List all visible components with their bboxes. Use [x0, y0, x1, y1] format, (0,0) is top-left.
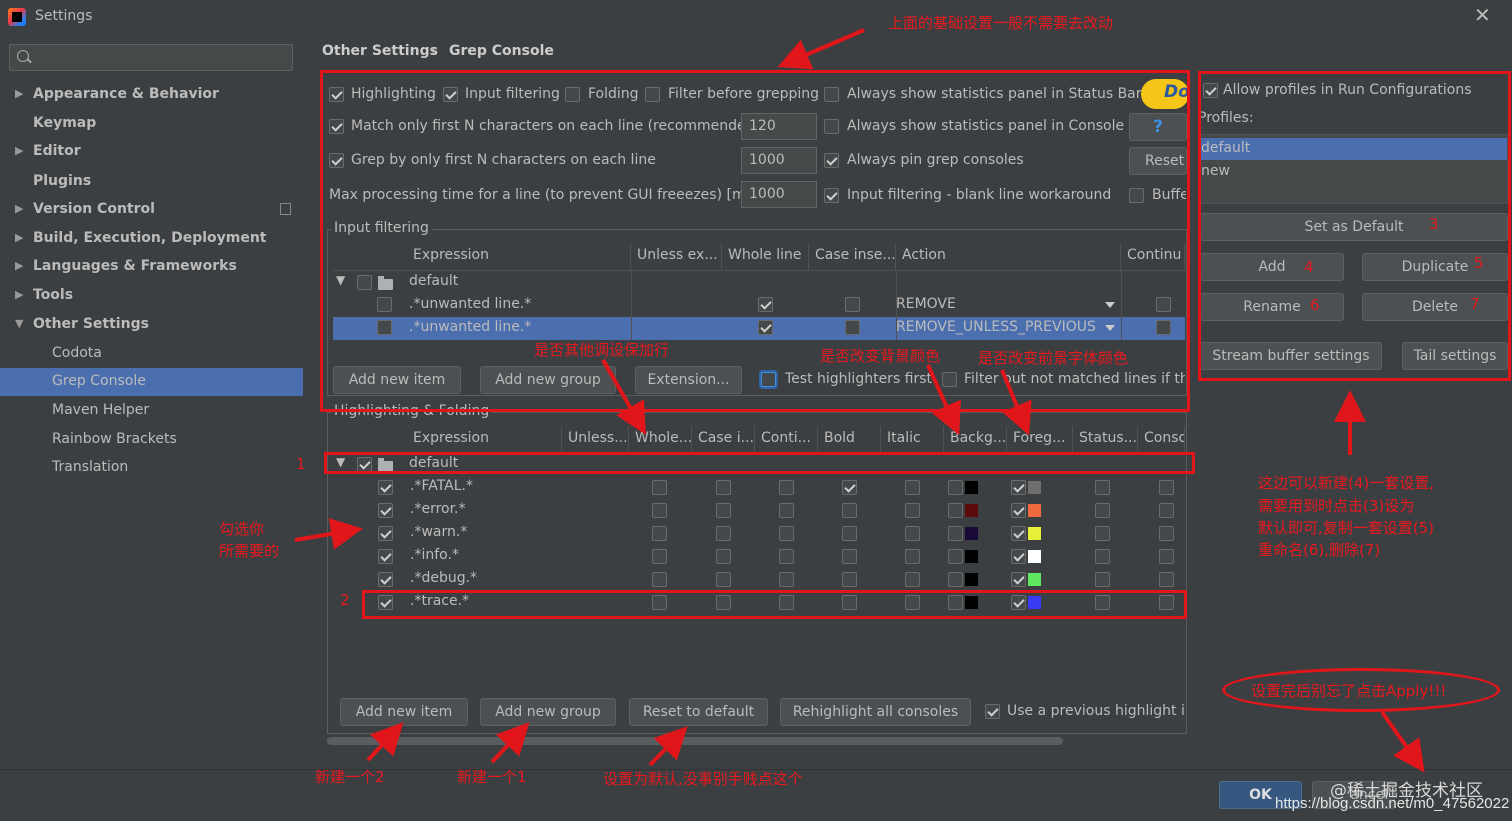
highlight-expression: .*trace.*	[410, 593, 470, 609]
bold-checkbox[interactable]	[842, 503, 857, 518]
row-enabled-checkbox[interactable]	[378, 572, 393, 587]
console-checkbox[interactable]	[1159, 595, 1174, 610]
foreground-checkbox[interactable]	[1011, 595, 1026, 610]
foreground-checkbox[interactable]	[1011, 549, 1026, 564]
highlight-expression: .*error.*	[410, 501, 466, 517]
arrow-bg-color	[926, 364, 961, 436]
arrow-top	[777, 28, 865, 70]
status-checkbox[interactable]	[1095, 526, 1110, 541]
italic-checkbox[interactable]	[905, 503, 920, 518]
console-checkbox[interactable]	[1159, 572, 1174, 587]
background-color-swatch[interactable]	[965, 527, 978, 540]
case-checkbox[interactable]	[779, 503, 794, 518]
arrow-new-2	[366, 722, 404, 762]
console-checkbox[interactable]	[1159, 503, 1174, 518]
whole-checkbox[interactable]	[716, 572, 731, 587]
foreground-checkbox[interactable]	[1011, 572, 1026, 587]
row-enabled-checkbox[interactable]	[378, 480, 393, 495]
arrow-fg-color	[1000, 369, 1032, 436]
arrow-apply	[1380, 710, 1425, 773]
bold-checkbox[interactable]	[842, 549, 857, 564]
annotation-arrows	[294, 28, 1425, 773]
arrow-reset-default	[648, 726, 688, 767]
whole-checkbox[interactable]	[716, 549, 731, 564]
case-checkbox[interactable]	[779, 572, 794, 587]
highlight-expression: .*FATAL.*	[410, 478, 473, 494]
background-color-swatch[interactable]	[965, 573, 978, 586]
background-color-swatch[interactable]	[965, 481, 978, 494]
background-checkbox[interactable]	[948, 526, 963, 541]
foreground-color-swatch[interactable]	[1028, 481, 1041, 494]
background-checkbox[interactable]	[948, 595, 963, 610]
unless-checkbox[interactable]	[652, 526, 667, 541]
whole-checkbox[interactable]	[716, 526, 731, 541]
whole-checkbox[interactable]	[716, 503, 731, 518]
case-checkbox[interactable]	[779, 549, 794, 564]
status-checkbox[interactable]	[1095, 595, 1110, 610]
bold-checkbox[interactable]	[842, 595, 857, 610]
foreground-color-swatch[interactable]	[1028, 596, 1041, 609]
status-checkbox[interactable]	[1095, 549, 1110, 564]
foreground-checkbox[interactable]	[1011, 503, 1026, 518]
whole-checkbox[interactable]	[716, 595, 731, 610]
arrow-input-filter	[601, 359, 646, 435]
background-color-swatch[interactable]	[965, 550, 978, 563]
background-color-swatch[interactable]	[965, 504, 978, 517]
foreground-checkbox[interactable]	[1011, 480, 1026, 495]
foreground-color-swatch[interactable]	[1028, 573, 1041, 586]
foreground-color-swatch[interactable]	[1028, 550, 1041, 563]
status-checkbox[interactable]	[1095, 480, 1110, 495]
row-enabled-checkbox[interactable]	[378, 595, 393, 610]
highlight-expression: .*info.*	[410, 547, 459, 563]
unless-checkbox[interactable]	[652, 480, 667, 495]
highlight-expression: .*warn.*	[410, 524, 468, 540]
case-checkbox[interactable]	[779, 526, 794, 541]
background-checkbox[interactable]	[948, 503, 963, 518]
arrow-new-1	[490, 722, 530, 764]
bold-checkbox[interactable]	[842, 480, 857, 495]
status-checkbox[interactable]	[1095, 503, 1110, 518]
case-checkbox[interactable]	[779, 480, 794, 495]
italic-checkbox[interactable]	[905, 595, 920, 610]
console-checkbox[interactable]	[1159, 549, 1174, 564]
unless-checkbox[interactable]	[652, 595, 667, 610]
console-checkbox[interactable]	[1159, 526, 1174, 541]
bold-checkbox[interactable]	[842, 526, 857, 541]
arrow-check-left	[294, 518, 363, 550]
status-checkbox[interactable]	[1095, 572, 1110, 587]
background-color-swatch[interactable]	[965, 596, 978, 609]
unless-checkbox[interactable]	[652, 549, 667, 564]
foreground-color-swatch[interactable]	[1028, 527, 1041, 540]
row-enabled-checkbox[interactable]	[378, 549, 393, 564]
italic-checkbox[interactable]	[905, 549, 920, 564]
unless-checkbox[interactable]	[652, 503, 667, 518]
background-checkbox[interactable]	[948, 480, 963, 495]
whole-checkbox[interactable]	[716, 480, 731, 495]
row-enabled-checkbox[interactable]	[378, 503, 393, 518]
background-checkbox[interactable]	[948, 572, 963, 587]
highlight-expression: .*debug.*	[410, 570, 478, 586]
console-checkbox[interactable]	[1159, 480, 1174, 495]
unless-checkbox[interactable]	[652, 572, 667, 587]
bold-checkbox[interactable]	[842, 572, 857, 587]
italic-checkbox[interactable]	[905, 526, 920, 541]
foreground-checkbox[interactable]	[1011, 526, 1026, 541]
row-enabled-checkbox[interactable]	[378, 526, 393, 541]
italic-checkbox[interactable]	[905, 480, 920, 495]
foreground-color-swatch[interactable]	[1028, 504, 1041, 517]
background-checkbox[interactable]	[948, 549, 963, 564]
italic-checkbox[interactable]	[905, 572, 920, 587]
case-checkbox[interactable]	[779, 595, 794, 610]
